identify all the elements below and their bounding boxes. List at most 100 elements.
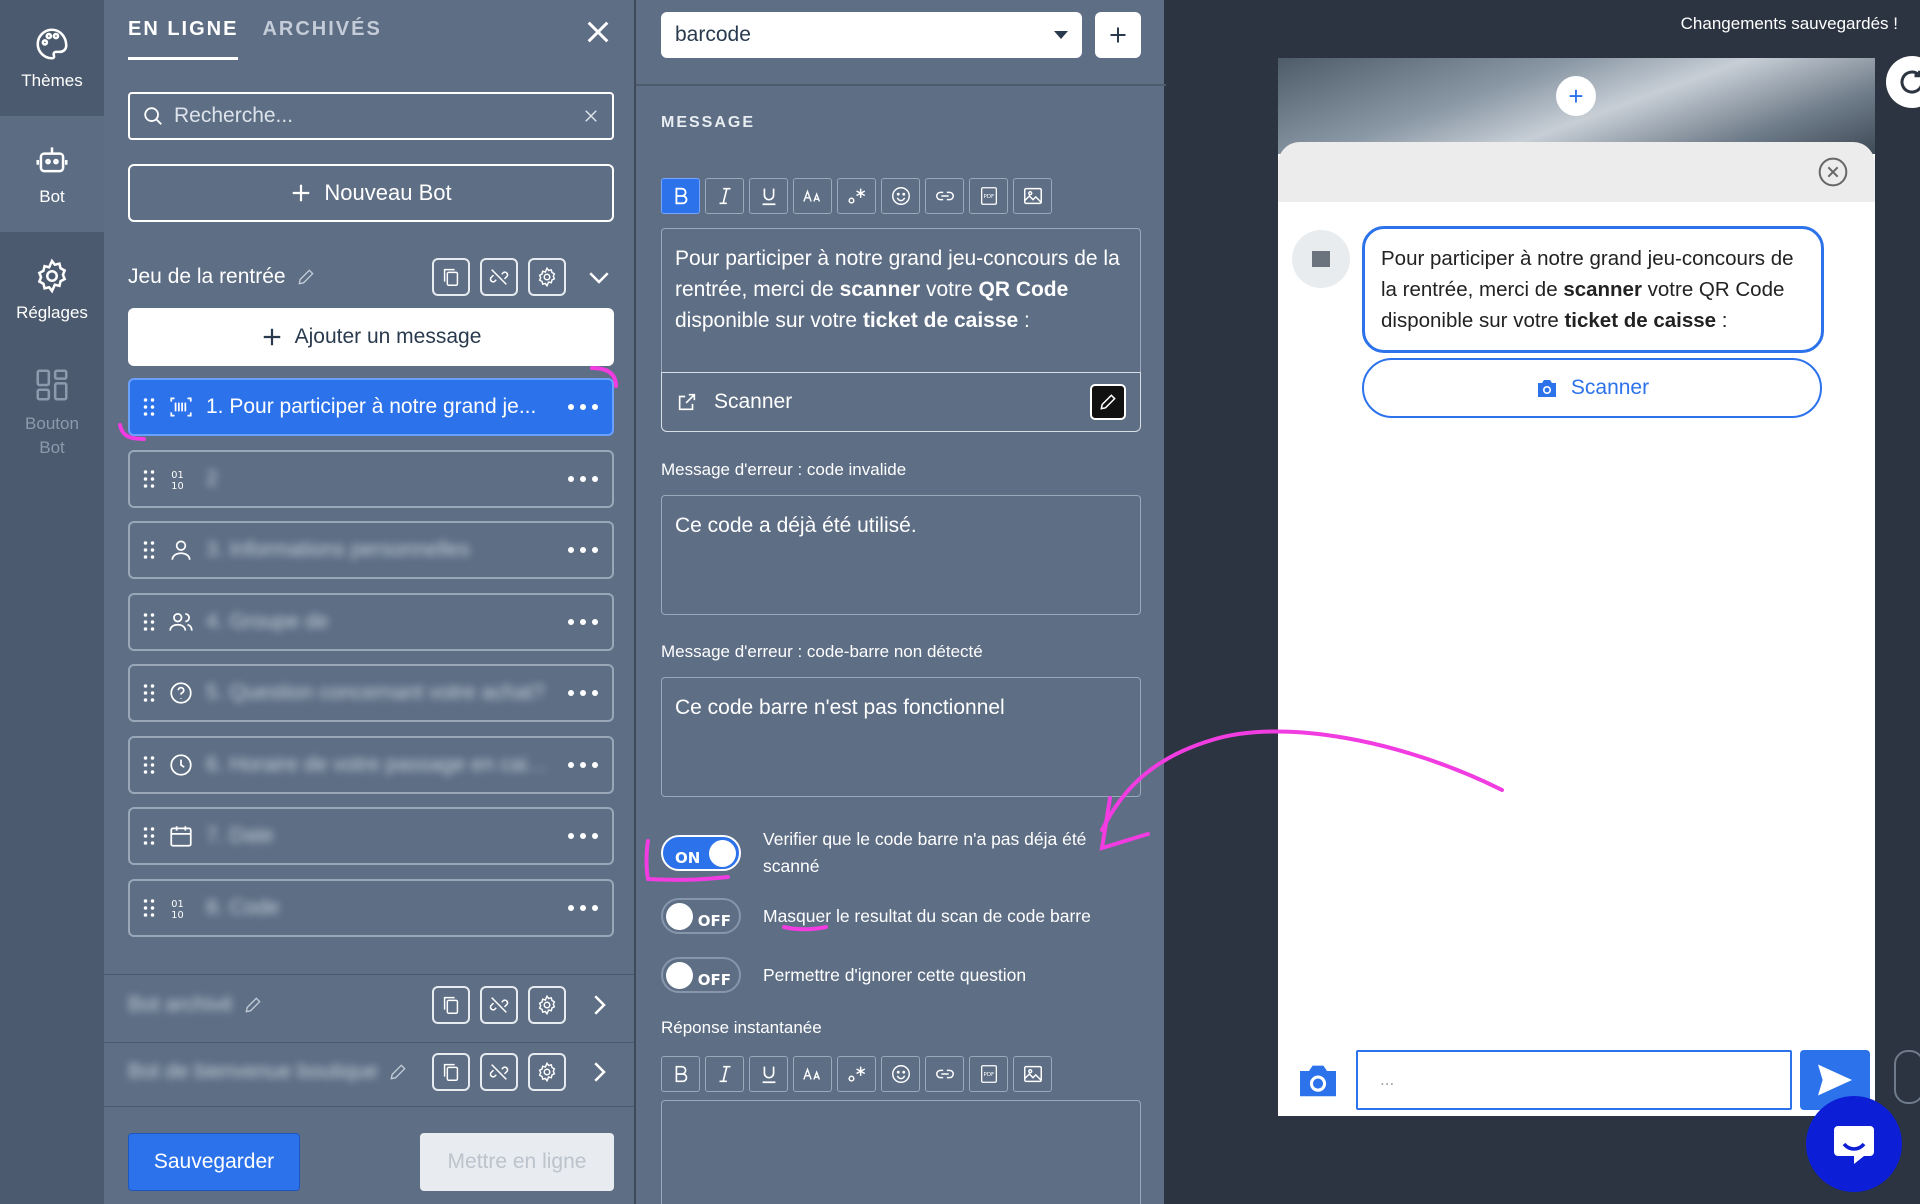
unlink-button[interactable]	[480, 1053, 518, 1091]
more-options-icon[interactable]	[566, 545, 600, 555]
drag-handle-icon[interactable]	[142, 539, 156, 561]
bot-settings-button[interactable]	[528, 1053, 566, 1091]
pdf-button[interactable]: PDF	[969, 1056, 1008, 1092]
duplicate-button[interactable]	[432, 258, 470, 296]
add-block-button[interactable]	[1095, 12, 1141, 58]
binary-icon: 0110	[171, 469, 183, 491]
font-size-button[interactable]	[793, 178, 832, 214]
drag-handle-icon[interactable]	[142, 682, 156, 704]
bold-button[interactable]	[661, 1056, 700, 1092]
drag-handle-icon[interactable]	[142, 897, 156, 919]
message-type-select[interactable]: barcode	[661, 12, 1082, 58]
error-undetected-textarea[interactable]: Ce code barre n'est pas fonctionnel	[661, 677, 1141, 797]
underline-button[interactable]	[749, 1056, 788, 1092]
bot-name[interactable]: Bot de bienvenue boutique	[128, 1060, 408, 1084]
chevron-right-icon[interactable]	[584, 1057, 614, 1087]
save-button[interactable]: Sauvegarder	[128, 1133, 300, 1191]
instant-reply-textarea[interactable]	[661, 1100, 1141, 1204]
publish-button: Mettre en ligne	[420, 1133, 614, 1191]
scroll-widget[interactable]	[1894, 1050, 1920, 1104]
pencil-icon[interactable]	[296, 267, 316, 287]
more-options-icon[interactable]	[566, 903, 600, 913]
underline-icon	[762, 188, 775, 206]
new-bot-button[interactable]: Nouveau Bot	[128, 164, 614, 222]
bot-settings-button[interactable]	[528, 986, 566, 1024]
more-options-icon[interactable]	[566, 402, 600, 412]
link-button[interactable]	[925, 1056, 964, 1092]
message-row-2[interactable]: 01 10 2	[128, 449, 614, 508]
italic-button[interactable]	[705, 178, 744, 214]
format-toolbar: PDF	[661, 178, 1052, 214]
tab-online[interactable]: EN LIGNE	[128, 18, 239, 60]
message-row-3[interactable]: 3. Informations personnelles	[128, 521, 614, 579]
message-row-8[interactable]: 01 10 8. Code	[128, 878, 614, 937]
allow-skip-toggle[interactable]: OFF	[661, 957, 741, 993]
support-chat-button[interactable]	[1806, 1096, 1902, 1192]
chat-input[interactable]: ...	[1356, 1050, 1792, 1110]
message-row-4[interactable]: 4. Groupe de	[128, 592, 614, 651]
message-row-1[interactable]: 1. Pour participer à notre grand je...	[128, 378, 614, 436]
drag-handle-icon[interactable]	[142, 825, 156, 847]
tab-archived[interactable]: ARCHIVÉS	[262, 18, 381, 60]
close-circle-icon[interactable]	[1817, 156, 1849, 188]
bold-button[interactable]	[661, 178, 700, 214]
nav-item-bot[interactable]: Bot	[0, 116, 104, 232]
close-icon[interactable]	[582, 16, 614, 48]
bot-name[interactable]: Jeu de la rentrée	[128, 265, 316, 289]
chevron-down-icon[interactable]	[584, 262, 614, 292]
bot-settings-button[interactable]	[528, 258, 566, 296]
link-icon	[935, 1069, 954, 1079]
message-row-6[interactable]: 6. Horaire de votre passage en caisse	[128, 735, 614, 794]
check-scanned-toggle[interactable]: ON	[661, 835, 741, 871]
more-options-icon[interactable]	[566, 831, 600, 841]
pencil-icon[interactable]	[243, 995, 263, 1015]
pencil-icon[interactable]	[388, 1062, 408, 1082]
image-button[interactable]	[1013, 178, 1052, 214]
more-options-icon[interactable]	[566, 617, 600, 627]
duplicate-button[interactable]	[432, 1053, 470, 1091]
message-row-7[interactable]: 7. Date	[128, 807, 614, 865]
underline-button[interactable]	[749, 178, 788, 214]
unlink-button[interactable]	[480, 986, 518, 1024]
italic-button[interactable]	[705, 1056, 744, 1092]
variable-button[interactable]	[837, 178, 876, 214]
variable-button[interactable]	[837, 1056, 876, 1092]
refresh-button[interactable]	[1886, 56, 1920, 108]
camera-icon[interactable]	[1296, 1062, 1340, 1098]
font-size-button[interactable]	[793, 1056, 832, 1092]
drag-handle-icon[interactable]	[142, 468, 156, 490]
scanner-button[interactable]: Scanner	[1362, 358, 1822, 418]
search-input[interactable]	[174, 104, 572, 128]
svg-text:PDF: PDF	[983, 194, 994, 200]
bot-name[interactable]: Bot archivé	[128, 993, 263, 1017]
message-row-5[interactable]: 5. Question concernant votre achat?	[128, 664, 614, 722]
message-row-text: 6. Horaire de votre passage en caisse	[206, 752, 554, 776]
emoji-button[interactable]	[881, 178, 920, 214]
drag-handle-icon[interactable]	[142, 611, 156, 633]
nav-item-themes[interactable]: Thèmes	[0, 0, 104, 116]
nav-item-settings[interactable]: Réglages	[0, 232, 104, 348]
add-header-button[interactable]: +	[1556, 76, 1596, 116]
error-invalid-textarea[interactable]: Ce code a déjà été utilisé.	[661, 495, 1141, 615]
clear-icon[interactable]	[582, 107, 600, 125]
copy-icon	[443, 268, 459, 286]
more-options-icon[interactable]	[566, 474, 600, 484]
nav-label: Thèmes	[21, 71, 83, 90]
image-button[interactable]	[1013, 1056, 1052, 1092]
emoji-button[interactable]	[881, 1056, 920, 1092]
add-message-button[interactable]: Ajouter un message	[128, 308, 614, 366]
duplicate-button[interactable]	[432, 986, 470, 1024]
more-options-icon[interactable]	[566, 688, 600, 698]
drag-handle-icon[interactable]	[142, 754, 156, 776]
more-options-icon[interactable]	[566, 760, 600, 770]
pdf-button[interactable]: PDF	[969, 178, 1008, 214]
hide-result-toggle[interactable]: OFF	[661, 898, 741, 934]
message-textarea[interactable]: Pour participer à notre grand jeu-concou…	[661, 228, 1141, 372]
nav-item-bot-button[interactable]: Bouton Bot	[0, 348, 104, 478]
unlink-icon	[489, 1064, 509, 1080]
chevron-right-icon[interactable]	[584, 990, 614, 1020]
link-button[interactable]	[925, 178, 964, 214]
drag-handle-icon[interactable]	[142, 396, 156, 418]
edit-button[interactable]	[1090, 384, 1126, 420]
unlink-button[interactable]	[480, 258, 518, 296]
